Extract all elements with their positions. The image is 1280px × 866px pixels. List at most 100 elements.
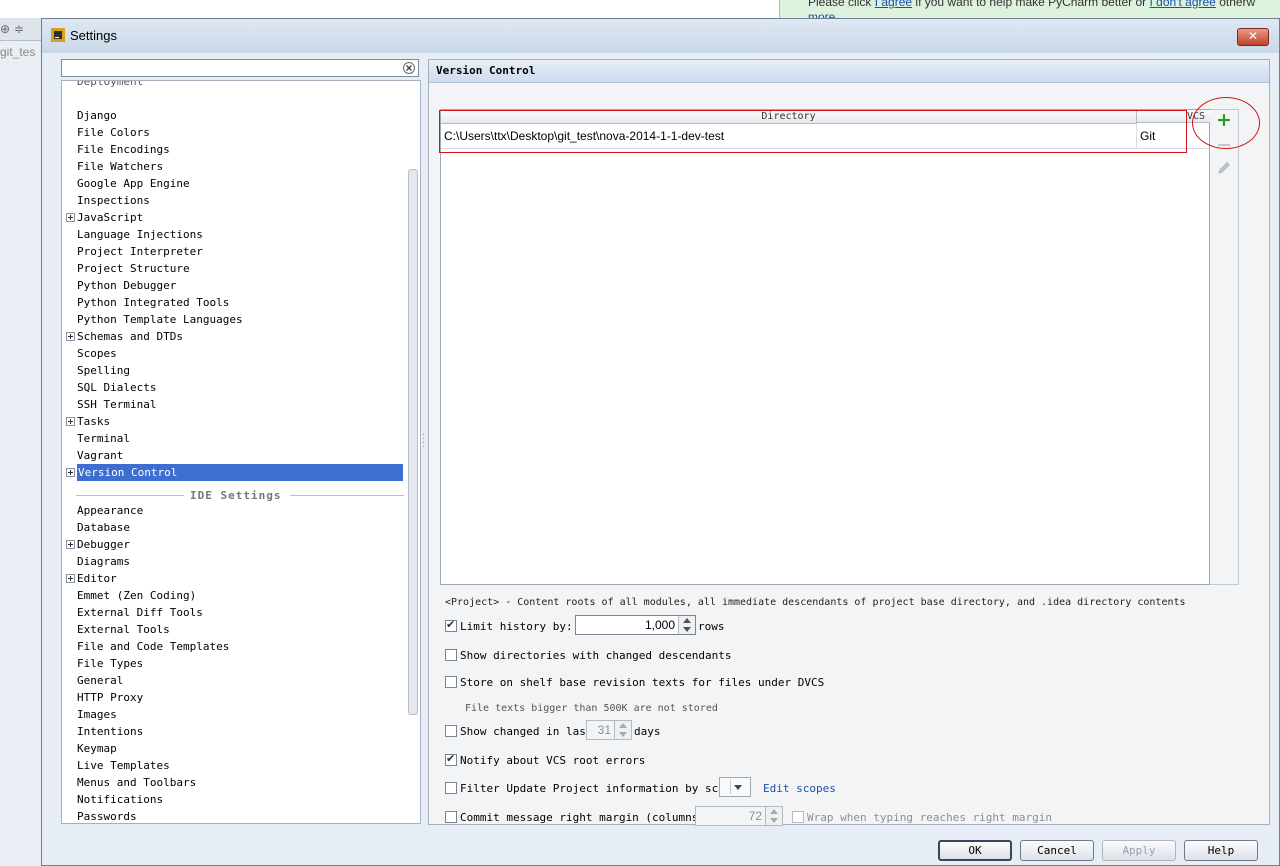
clear-search-icon[interactable]: [403, 62, 415, 74]
tree-item[interactable]: Editor: [77, 570, 117, 587]
tree-item[interactable]: Schemas and DTDs: [77, 328, 183, 345]
expand-icon[interactable]: [66, 332, 75, 341]
limit-history-spinner[interactable]: 1,000: [575, 615, 696, 635]
limit-history-checkbox[interactable]: [445, 618, 457, 632]
tree-item-partial[interactable]: Deployment: [77, 81, 143, 90]
version-control-panel: Version Control Directory VCS C:\Users\t…: [428, 59, 1270, 826]
store-shelf-note: File texts bigger than 500K are not stor…: [465, 703, 718, 714]
tree-item[interactable]: HTTP Proxy: [77, 689, 143, 706]
tree-item[interactable]: Tasks: [77, 413, 110, 430]
tree-item[interactable]: Python Debugger: [77, 277, 176, 294]
splitter-handle[interactable]: · · · ·: [421, 431, 426, 451]
store-shelf-label: Store on shelf base revision texts for f…: [460, 676, 825, 689]
tree-item[interactable]: File Colors: [77, 124, 150, 141]
window-title: Settings: [70, 28, 117, 43]
tree-item[interactable]: File Encodings: [77, 141, 170, 158]
rows-suffix: rows: [698, 620, 725, 633]
show-dirs-checkbox[interactable]: [445, 649, 457, 661]
commit-margin-checkbox[interactable]: [445, 811, 457, 823]
tree-item[interactable]: Database: [77, 519, 130, 536]
tree-item[interactable]: File and Code Templates: [77, 638, 229, 655]
tree-item[interactable]: SSH Terminal: [77, 396, 156, 413]
tree-item[interactable]: Emmet (Zen Coding): [77, 587, 196, 604]
notice-line-1: Please click I agree if you want to help…: [808, 0, 1255, 9]
annotation-highlight-rect: [439, 110, 1187, 153]
tree-item[interactable]: Live Templates: [77, 757, 170, 774]
store-shelf-checkbox[interactable]: [445, 676, 457, 688]
limit-history-value[interactable]: 1,000: [645, 618, 675, 632]
more-link[interactable]: more...: [808, 10, 845, 18]
expand-icon[interactable]: [66, 468, 75, 477]
tree-item[interactable]: Keymap: [77, 740, 117, 757]
tree-item[interactable]: Version Control: [77, 464, 403, 481]
expand-icon[interactable]: [66, 574, 75, 583]
show-changed-checkbox[interactable]: [445, 725, 457, 737]
expand-icon[interactable]: [66, 540, 75, 549]
tree-item[interactable]: File Watchers: [77, 158, 163, 175]
tree-item[interactable]: Images: [77, 706, 117, 723]
help-button[interactable]: Help: [1184, 840, 1258, 861]
tree-item[interactable]: Language Injections: [77, 226, 203, 243]
tree-scrollbar[interactable]: [408, 169, 418, 715]
target-icon[interactable]: ⊕: [0, 22, 10, 36]
commit-margin-spinner[interactable]: 72: [695, 806, 783, 826]
close-button[interactable]: ✕: [1237, 28, 1269, 46]
ok-button[interactable]: OK: [938, 840, 1012, 861]
cancel-button[interactable]: Cancel: [1020, 840, 1094, 861]
notify-vcs-checkbox[interactable]: [445, 752, 457, 766]
tree-item[interactable]: Project Structure: [77, 260, 190, 277]
settings-tree[interactable]: Deployment IDE Settings Django File Color…: [61, 80, 421, 824]
project-tab-label[interactable]: git_tes: [0, 41, 41, 59]
tree-item[interactable]: Vagrant: [77, 447, 123, 464]
tree-item[interactable]: Scopes: [77, 345, 117, 362]
wrap-checkbox[interactable]: [792, 811, 804, 823]
tree-item[interactable]: Python Integrated Tools: [77, 294, 229, 311]
collapse-icon[interactable]: ≑: [14, 22, 24, 36]
limit-history-label: Limit history by:: [460, 620, 573, 633]
settings-search-input[interactable]: [61, 59, 419, 77]
tree-item[interactable]: Python Template Languages: [77, 311, 243, 328]
spinner-arrows-icon[interactable]: [678, 616, 695, 634]
panel-title: Version Control: [436, 64, 536, 77]
tree-item[interactable]: External Diff Tools: [77, 604, 203, 621]
tree-item[interactable]: File Types: [77, 655, 143, 672]
tree-item[interactable]: Inspections: [77, 192, 150, 209]
expand-icon[interactable]: [66, 213, 75, 222]
ide-settings-label: IDE Settings: [190, 489, 282, 502]
tree-item[interactable]: JavaScript: [77, 209, 143, 226]
spinner-arrows-icon[interactable]: [614, 721, 631, 739]
show-changed-spinner[interactable]: 31: [586, 720, 632, 740]
notice-text: if you want to help make PyCharm better …: [912, 0, 1150, 9]
tree-item[interactable]: Menus and Toolbars: [77, 774, 196, 791]
tree-item[interactable]: Django: [77, 107, 117, 124]
vcs-roots-table[interactable]: Directory VCS C:\Users\ttx\Desktop\git_t…: [440, 109, 1211, 585]
dont-agree-link[interactable]: I don't agree: [1150, 0, 1216, 9]
tree-item[interactable]: Intentions: [77, 723, 143, 740]
tree-item[interactable]: Notifications: [77, 791, 163, 808]
scope-combo[interactable]: [719, 777, 751, 797]
tree-item[interactable]: Terminal: [77, 430, 130, 447]
tree-item[interactable]: Debugger: [77, 536, 130, 553]
edit-scopes-link[interactable]: Edit scopes: [763, 782, 836, 798]
tree-item[interactable]: Spelling: [77, 362, 130, 379]
filter-update-checkbox[interactable]: [445, 782, 457, 794]
tree-item[interactable]: Google App Engine: [77, 175, 190, 192]
annotation-highlight-circle: [1192, 97, 1260, 149]
tree-item[interactable]: External Tools: [77, 621, 170, 638]
show-changed-value[interactable]: 31: [598, 723, 611, 737]
tree-item[interactable]: Appearance: [77, 502, 143, 519]
expand-icon[interactable]: [66, 417, 75, 426]
agree-link[interactable]: I agree: [875, 0, 912, 9]
title-bar: Settings ✕: [42, 19, 1279, 53]
tree-item[interactable]: Diagrams: [77, 553, 130, 570]
tree-item[interactable]: SQL Dialects: [77, 379, 156, 396]
tree-item[interactable]: Project Interpreter: [77, 243, 203, 260]
apply-button[interactable]: Apply: [1102, 840, 1176, 861]
commit-margin-value[interactable]: 72: [749, 809, 762, 823]
tree-item[interactable]: Passwords: [77, 808, 137, 823]
project-roots-hint: <Project> - Content roots of all modules…: [445, 597, 1186, 608]
spinner-arrows-icon[interactable]: [765, 807, 782, 825]
notice-text: otherw: [1215, 0, 1256, 9]
edit-root-button[interactable]: [1216, 160, 1232, 176]
tree-item[interactable]: General: [77, 672, 123, 689]
